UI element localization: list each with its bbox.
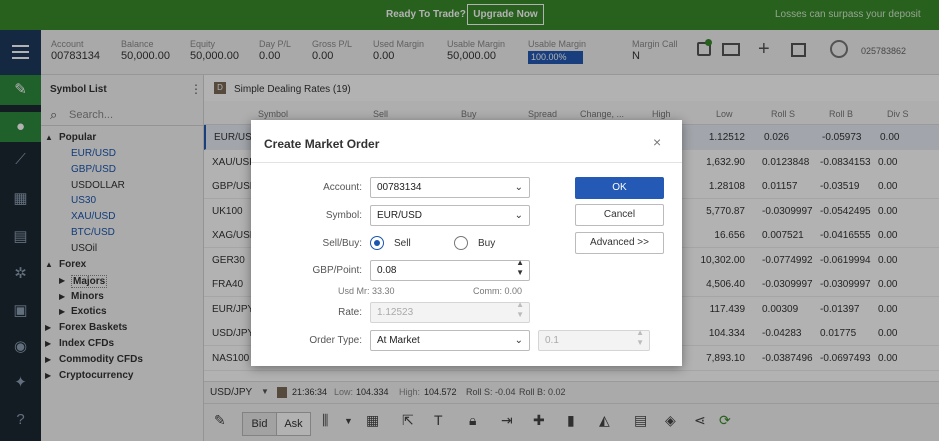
stepper-arrows-icon: ▲ ▼ [516, 300, 524, 319]
sell-label[interactable]: Sell [394, 238, 411, 249]
sell-radio[interactable] [370, 236, 384, 250]
close-icon[interactable]: × [653, 134, 661, 150]
create-market-order-dialog: Create Market Order × Account: 00783134 ⌄… [251, 120, 682, 366]
order-range-input: 0.1 ▲ ▼ [538, 328, 650, 351]
order-type-select[interactable]: At Market ⌄ [370, 330, 530, 351]
gbp-point-stepper[interactable]: 0.08 ▲ ▼ [370, 258, 530, 281]
chevron-down-icon: ⌄ [514, 335, 523, 346]
usd-margin-text: Usd Mr: 33.30 [338, 286, 395, 296]
account-label: Account: [323, 182, 362, 193]
chevron-down-icon: ⌄ [514, 210, 523, 221]
dialog-title: Create Market Order [264, 137, 380, 151]
rate-input: 1.12523 ▲ ▼ [370, 300, 530, 323]
order-type-value: At Market [377, 335, 420, 346]
cancel-button[interactable]: Cancel [575, 204, 664, 226]
rate-value: 1.12523 [377, 307, 414, 318]
account-value: 00783134 [377, 182, 422, 193]
buy-label[interactable]: Buy [478, 238, 495, 249]
gbp-point-value: 0.08 [377, 265, 397, 276]
gbp-point-label: GBP/Point: [312, 265, 362, 276]
ok-button[interactable]: OK [575, 177, 664, 199]
commission-text: Comm: 0.00 [473, 286, 523, 296]
symbol-value: EUR/USD [377, 210, 423, 221]
advanced-button[interactable]: Advanced >> [575, 232, 664, 254]
divider [251, 162, 682, 163]
stepper-arrows-icon: ▲ ▼ [636, 328, 644, 347]
symbol-label: Symbol: [325, 210, 362, 221]
account-select[interactable]: 00783134 ⌄ [370, 177, 530, 198]
stepper-arrows-icon[interactable]: ▲ ▼ [516, 258, 524, 278]
order-type-label: Order Type: [309, 335, 362, 346]
buy-radio[interactable] [454, 236, 468, 250]
sell-buy-label: Sell/Buy: [322, 238, 362, 249]
chevron-down-icon: ⌄ [514, 182, 523, 193]
symbol-select[interactable]: EUR/USD ⌄ [370, 205, 530, 226]
order-range-value: 0.1 [545, 335, 559, 346]
rate-label: Rate: [338, 307, 362, 318]
